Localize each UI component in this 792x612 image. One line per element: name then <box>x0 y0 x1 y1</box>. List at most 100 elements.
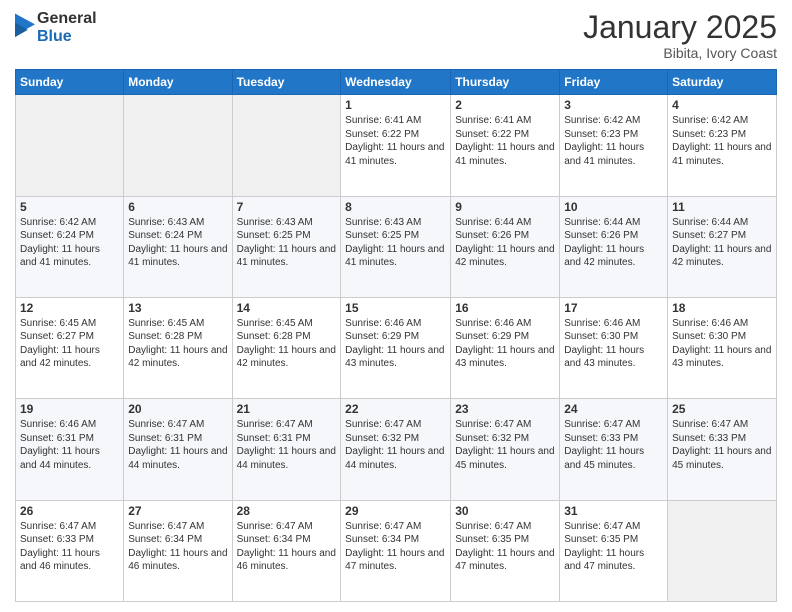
calendar-cell: 26 Sunrise: 6:47 AM Sunset: 6:33 PM Dayli… <box>16 500 124 601</box>
calendar-week-row: 26 Sunrise: 6:47 AM Sunset: 6:33 PM Dayli… <box>16 500 777 601</box>
weekday-header-saturday: Saturday <box>668 70 777 95</box>
day-number: 22 <box>345 402 446 416</box>
day-info: Sunrise: 6:45 AM Sunset: 6:28 PM Dayligh… <box>237 317 337 371</box>
day-info: Sunrise: 6:45 AM Sunset: 6:27 PM Dayligh… <box>20 317 119 371</box>
weekday-header-thursday: Thursday <box>451 70 560 95</box>
calendar-header: SundayMondayTuesdayWednesdayThursdayFrid… <box>16 70 777 95</box>
day-number: 20 <box>128 402 227 416</box>
logo-text: General Blue <box>37 10 97 45</box>
day-info: Sunrise: 6:41 AM Sunset: 6:22 PM Dayligh… <box>455 114 555 168</box>
weekday-header-row: SundayMondayTuesdayWednesdayThursdayFrid… <box>16 70 777 95</box>
calendar-cell: 27 Sunrise: 6:47 AM Sunset: 6:34 PM Dayli… <box>124 500 232 601</box>
calendar-cell: 30Sunrise: 6:47 AM Sunset: 6:35 PM Dayli… <box>451 500 560 601</box>
calendar-cell: 2Sunrise: 6:41 AM Sunset: 6:22 PM Daylig… <box>451 95 560 196</box>
day-info: Sunrise: 6:44 AM Sunset: 6:26 PM Dayligh… <box>455 216 555 270</box>
day-number: 13 <box>128 301 227 315</box>
day-number: 10 <box>564 200 663 214</box>
day-info: Sunrise: 6:47 AM Sunset: 6:31 PM Dayligh… <box>128 418 227 472</box>
calendar-week-row: 19 Sunrise: 6:46 AM Sunset: 6:31 PM Dayli… <box>16 399 777 500</box>
day-number: 19 <box>20 402 119 416</box>
logo-blue-text: Blue <box>37 28 97 46</box>
day-number: 1 <box>345 98 446 112</box>
location-subtitle: Bibita, Ivory Coast <box>583 45 777 61</box>
calendar-cell <box>16 95 124 196</box>
day-info: Sunrise: 6:42 AM Sunset: 6:24 PM Dayligh… <box>20 216 119 270</box>
weekday-header-friday: Friday <box>560 70 668 95</box>
day-info: Sunrise: 6:47 AM Sunset: 6:31 PM Dayligh… <box>237 418 337 472</box>
day-number: 18 <box>672 301 772 315</box>
calendar-cell: 22Sunrise: 6:47 AM Sunset: 6:32 PM Dayli… <box>341 399 451 500</box>
calendar-cell: 6 Sunrise: 6:43 AM Sunset: 6:24 PM Daylig… <box>124 196 232 297</box>
calendar-cell: 28 Sunrise: 6:47 AM Sunset: 6:34 PM Dayli… <box>232 500 341 601</box>
calendar-cell: 15 Sunrise: 6:46 AM Sunset: 6:29 PM Dayli… <box>341 297 451 398</box>
day-number: 24 <box>564 402 663 416</box>
calendar-cell: 24Sunrise: 6:47 AM Sunset: 6:33 PM Dayli… <box>560 399 668 500</box>
day-number: 9 <box>455 200 555 214</box>
day-number: 16 <box>455 301 555 315</box>
day-number: 25 <box>672 402 772 416</box>
day-number: 23 <box>455 402 555 416</box>
calendar-cell: 16 Sunrise: 6:46 AM Sunset: 6:29 PM Dayli… <box>451 297 560 398</box>
day-info: Sunrise: 6:41 AM Sunset: 6:22 PM Dayligh… <box>345 114 446 168</box>
calendar-cell: 3Sunrise: 6:42 AM Sunset: 6:23 PM Daylig… <box>560 95 668 196</box>
day-number: 12 <box>20 301 119 315</box>
day-number: 8 <box>345 200 446 214</box>
calendar-cell <box>232 95 341 196</box>
calendar-cell <box>124 95 232 196</box>
day-number: 28 <box>237 504 337 518</box>
calendar-week-row: 12 Sunrise: 6:45 AM Sunset: 6:27 PM Dayli… <box>16 297 777 398</box>
day-number: 5 <box>20 200 119 214</box>
title-block: January 2025 Bibita, Ivory Coast <box>583 10 777 61</box>
calendar-cell: 13 Sunrise: 6:45 AM Sunset: 6:28 PM Dayli… <box>124 297 232 398</box>
calendar-cell: 8 Sunrise: 6:43 AM Sunset: 6:25 PM Daylig… <box>341 196 451 297</box>
calendar-cell: 17Sunrise: 6:46 AM Sunset: 6:30 PM Dayli… <box>560 297 668 398</box>
day-info: Sunrise: 6:43 AM Sunset: 6:25 PM Dayligh… <box>237 216 337 270</box>
day-info: Sunrise: 6:47 AM Sunset: 6:33 PM Dayligh… <box>672 418 772 472</box>
calendar-cell: 4Sunrise: 6:42 AM Sunset: 6:23 PM Daylig… <box>668 95 777 196</box>
day-info: Sunrise: 6:45 AM Sunset: 6:28 PM Dayligh… <box>128 317 227 371</box>
day-info: Sunrise: 6:46 AM Sunset: 6:30 PM Dayligh… <box>564 317 663 371</box>
calendar-body: 1 Sunrise: 6:41 AM Sunset: 6:22 PM Daylig… <box>16 95 777 602</box>
calendar-cell: 5 Sunrise: 6:42 AM Sunset: 6:24 PM Daylig… <box>16 196 124 297</box>
day-info: Sunrise: 6:43 AM Sunset: 6:25 PM Dayligh… <box>345 216 446 270</box>
day-number: 21 <box>237 402 337 416</box>
day-info: Sunrise: 6:43 AM Sunset: 6:24 PM Dayligh… <box>128 216 227 270</box>
day-info: Sunrise: 6:47 AM Sunset: 6:34 PM Dayligh… <box>237 520 337 574</box>
weekday-header-sunday: Sunday <box>16 70 124 95</box>
calendar-week-row: 5 Sunrise: 6:42 AM Sunset: 6:24 PM Daylig… <box>16 196 777 297</box>
day-info: Sunrise: 6:44 AM Sunset: 6:26 PM Dayligh… <box>564 216 663 270</box>
day-number: 30 <box>455 504 555 518</box>
day-number: 15 <box>345 301 446 315</box>
weekday-header-monday: Monday <box>124 70 232 95</box>
month-title: January 2025 <box>583 10 777 45</box>
day-info: Sunrise: 6:47 AM Sunset: 6:34 PM Dayligh… <box>128 520 227 574</box>
calendar-cell: 12 Sunrise: 6:45 AM Sunset: 6:27 PM Dayli… <box>16 297 124 398</box>
calendar-cell <box>668 500 777 601</box>
calendar-cell: 7Sunrise: 6:43 AM Sunset: 6:25 PM Daylig… <box>232 196 341 297</box>
calendar-cell: 11Sunrise: 6:44 AM Sunset: 6:27 PM Dayli… <box>668 196 777 297</box>
day-info: Sunrise: 6:46 AM Sunset: 6:29 PM Dayligh… <box>455 317 555 371</box>
calendar-cell: 10 Sunrise: 6:44 AM Sunset: 6:26 PM Dayli… <box>560 196 668 297</box>
day-info: Sunrise: 6:47 AM Sunset: 6:35 PM Dayligh… <box>564 520 663 574</box>
day-number: 6 <box>128 200 227 214</box>
calendar-cell: 9 Sunrise: 6:44 AM Sunset: 6:26 PM Daylig… <box>451 196 560 297</box>
day-info: Sunrise: 6:46 AM Sunset: 6:31 PM Dayligh… <box>20 418 119 472</box>
day-number: 11 <box>672 200 772 214</box>
calendar-cell: 23Sunrise: 6:47 AM Sunset: 6:32 PM Dayli… <box>451 399 560 500</box>
day-info: Sunrise: 6:47 AM Sunset: 6:33 PM Dayligh… <box>20 520 119 574</box>
day-number: 14 <box>237 301 337 315</box>
header: General Blue January 2025 Bibita, Ivory … <box>15 10 777 61</box>
calendar-cell: 25 Sunrise: 6:47 AM Sunset: 6:33 PM Dayli… <box>668 399 777 500</box>
weekday-header-wednesday: Wednesday <box>341 70 451 95</box>
logo-icon <box>15 13 35 43</box>
calendar-cell: 18Sunrise: 6:46 AM Sunset: 6:30 PM Dayli… <box>668 297 777 398</box>
logo: General Blue <box>15 10 97 45</box>
calendar-cell: 1 Sunrise: 6:41 AM Sunset: 6:22 PM Daylig… <box>341 95 451 196</box>
day-number: 27 <box>128 504 227 518</box>
calendar-cell: 14 Sunrise: 6:45 AM Sunset: 6:28 PM Dayli… <box>232 297 341 398</box>
weekday-header-tuesday: Tuesday <box>232 70 341 95</box>
day-info: Sunrise: 6:46 AM Sunset: 6:29 PM Dayligh… <box>345 317 446 371</box>
day-number: 3 <box>564 98 663 112</box>
day-number: 26 <box>20 504 119 518</box>
calendar-cell: 21 Sunrise: 6:47 AM Sunset: 6:31 PM Dayli… <box>232 399 341 500</box>
